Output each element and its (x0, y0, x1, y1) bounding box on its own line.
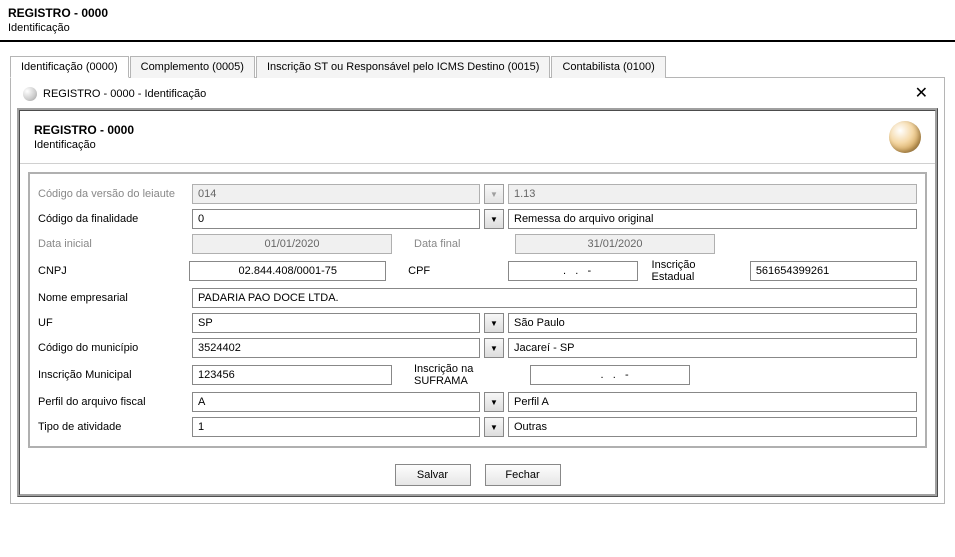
input-purpose-code[interactable] (192, 209, 480, 229)
input-activity-code[interactable] (192, 417, 480, 437)
input-municipal[interactable] (192, 365, 392, 385)
label-suframa: Inscrição na SUFRAMA (396, 363, 526, 387)
label-profile: Perfil do arquivo fiscal (38, 396, 188, 408)
input-date-start (192, 234, 392, 254)
tab-inscricao-st[interactable]: Inscrição ST ou Responsável pelo ICMS De… (256, 56, 551, 78)
modal-body: REGISTRO - 0000 Identificação Código da … (17, 108, 938, 497)
label-city: Código do município (38, 342, 188, 354)
page-header: REGISTRO - 0000 Identificação (0, 0, 955, 42)
input-profile-desc[interactable] (508, 392, 917, 412)
modal-title: REGISTRO - 0000 - Identificação (43, 88, 206, 100)
dropdown-city[interactable]: ▼ (484, 338, 504, 358)
close-icon[interactable]: ✕ (911, 86, 932, 102)
input-company[interactable] (192, 288, 917, 308)
page-title: REGISTRO - 0000 (8, 6, 947, 20)
section-subtitle: Identificação (34, 139, 134, 151)
label-ie: Inscrição Estadual (642, 259, 746, 283)
input-profile-code[interactable] (192, 392, 480, 412)
input-cpf[interactable] (508, 261, 638, 281)
tab-complemento[interactable]: Complemento (0005) (130, 56, 255, 78)
input-city-desc[interactable] (508, 338, 917, 358)
label-municipal: Inscrição Municipal (38, 369, 188, 381)
section-header: REGISTRO - 0000 Identificação (20, 111, 935, 164)
input-uf-code[interactable] (192, 313, 480, 333)
dropdown-uf[interactable]: ▼ (484, 313, 504, 333)
label-date-end: Data final (396, 238, 511, 250)
page-subtitle: Identificação (8, 22, 947, 34)
input-suframa[interactable] (530, 365, 690, 385)
label-date-start: Data inicial (38, 238, 188, 250)
modal-header: REGISTRO - 0000 - Identificação ✕ (17, 84, 938, 108)
section-title: REGISTRO - 0000 (34, 123, 134, 137)
tab-contabilista[interactable]: Contabilista (0100) (551, 56, 665, 78)
input-version-desc (508, 184, 917, 204)
input-date-end (515, 234, 715, 254)
input-uf-desc[interactable] (508, 313, 917, 333)
globe-icon (23, 87, 37, 101)
tab-identificacao[interactable]: Identificação (0000) (10, 56, 129, 78)
dropdown-version: ▼ (484, 184, 504, 204)
tabs-container: Identificação (0000) Complemento (0005) … (10, 56, 945, 504)
close-button[interactable]: Fechar (485, 464, 561, 486)
input-ie[interactable] (750, 261, 917, 281)
tab-panel: REGISTRO - 0000 - Identificação ✕ REGIST… (10, 77, 945, 504)
footer-buttons: Salvar Fechar (20, 456, 935, 494)
tab-strip: Identificação (0000) Complemento (0005) … (10, 56, 945, 78)
input-cnpj[interactable] (189, 261, 386, 281)
globe-icon (889, 121, 921, 153)
label-version: Código da versão do leiaute (38, 188, 188, 200)
label-cpf: CPF (390, 265, 503, 277)
dropdown-activity[interactable]: ▼ (484, 417, 504, 437)
label-company: Nome empresarial (38, 292, 188, 304)
label-cnpj: CNPJ (38, 265, 185, 277)
dropdown-purpose[interactable]: ▼ (484, 209, 504, 229)
input-purpose-desc[interactable] (508, 209, 917, 229)
label-uf: UF (38, 317, 188, 329)
input-city-code[interactable] (192, 338, 480, 358)
save-button[interactable]: Salvar (395, 464, 471, 486)
form-area: Código da versão do leiaute ▼ Código da … (28, 172, 927, 448)
input-activity-desc[interactable] (508, 417, 917, 437)
input-version-code (192, 184, 480, 204)
dropdown-profile[interactable]: ▼ (484, 392, 504, 412)
label-purpose: Código da finalidade (38, 213, 188, 225)
label-activity: Tipo de atividade (38, 421, 188, 433)
